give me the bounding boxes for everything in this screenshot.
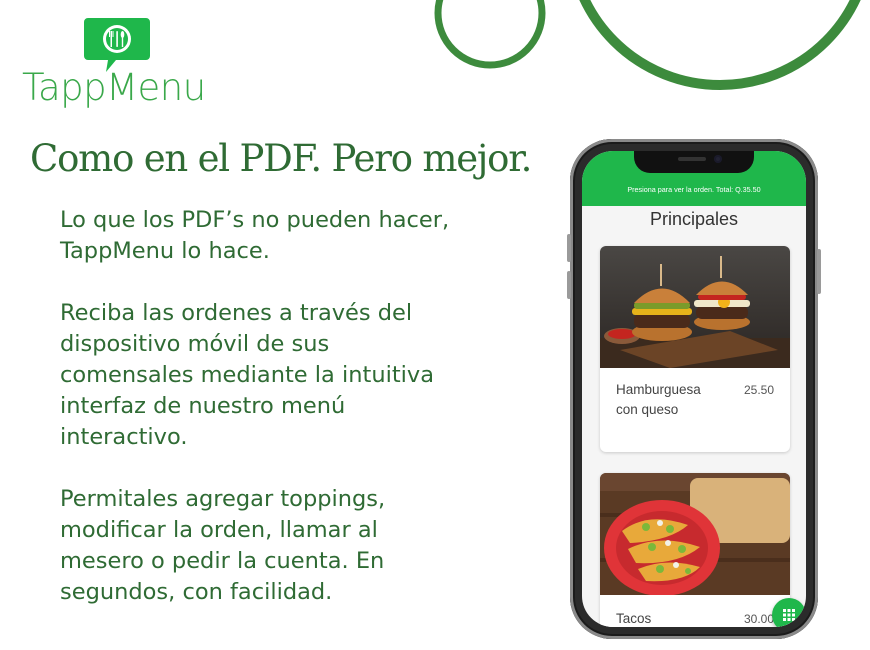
item-price: 30.00 bbox=[743, 612, 774, 626]
front-camera bbox=[714, 155, 722, 163]
logo-text: TappMenu bbox=[22, 66, 206, 109]
paragraph-intro: Lo que los PDF’s no pueden hacer, TappMe… bbox=[60, 207, 450, 264]
small-deco-circle bbox=[434, 0, 546, 69]
tacos-photo bbox=[600, 473, 790, 595]
paragraph-orders: Reciba las ordenes a través del disposit… bbox=[60, 300, 435, 450]
phone-notch bbox=[634, 151, 754, 173]
item-name: Hamburguesa con queso bbox=[616, 382, 701, 417]
phone-screen: Presiona para ver la orden. Total: Q.35.… bbox=[582, 151, 806, 627]
speaker bbox=[678, 157, 706, 161]
item-price: 25.50 bbox=[743, 383, 774, 397]
power-button bbox=[817, 249, 821, 294]
menu-item-card[interactable]: Tacos 30.00 bbox=[600, 473, 790, 627]
section-title: Principales bbox=[649, 209, 739, 229]
order-total-text: Presiona para ver la orden. Total: Q.35.… bbox=[627, 185, 761, 194]
burgers-photo bbox=[600, 246, 790, 368]
volume-down-button bbox=[567, 271, 571, 299]
grid-menu-icon bbox=[783, 609, 795, 621]
item-name: Tacos bbox=[616, 611, 652, 626]
body-text: Lo que los PDF’s no pueden hacer, TappMe… bbox=[60, 205, 460, 639]
volume-up-button bbox=[567, 234, 571, 262]
menu-item-card[interactable]: Hamburguesa con queso 25.50 bbox=[600, 246, 790, 452]
menu-grid-button[interactable] bbox=[772, 598, 806, 627]
tappmenu-logo: TappMenu bbox=[22, 18, 222, 109]
fork-knife-spoon-chat-bubble-icon bbox=[84, 18, 150, 72]
headline: Como en el PDF. Pero mejor. bbox=[30, 137, 532, 180]
phone-mockup: Presiona para ver la orden. Total: Q.35.… bbox=[567, 139, 821, 639]
paragraph-features: Permitales agregar toppings, modificar l… bbox=[60, 486, 386, 605]
large-deco-circle bbox=[579, 0, 861, 90]
